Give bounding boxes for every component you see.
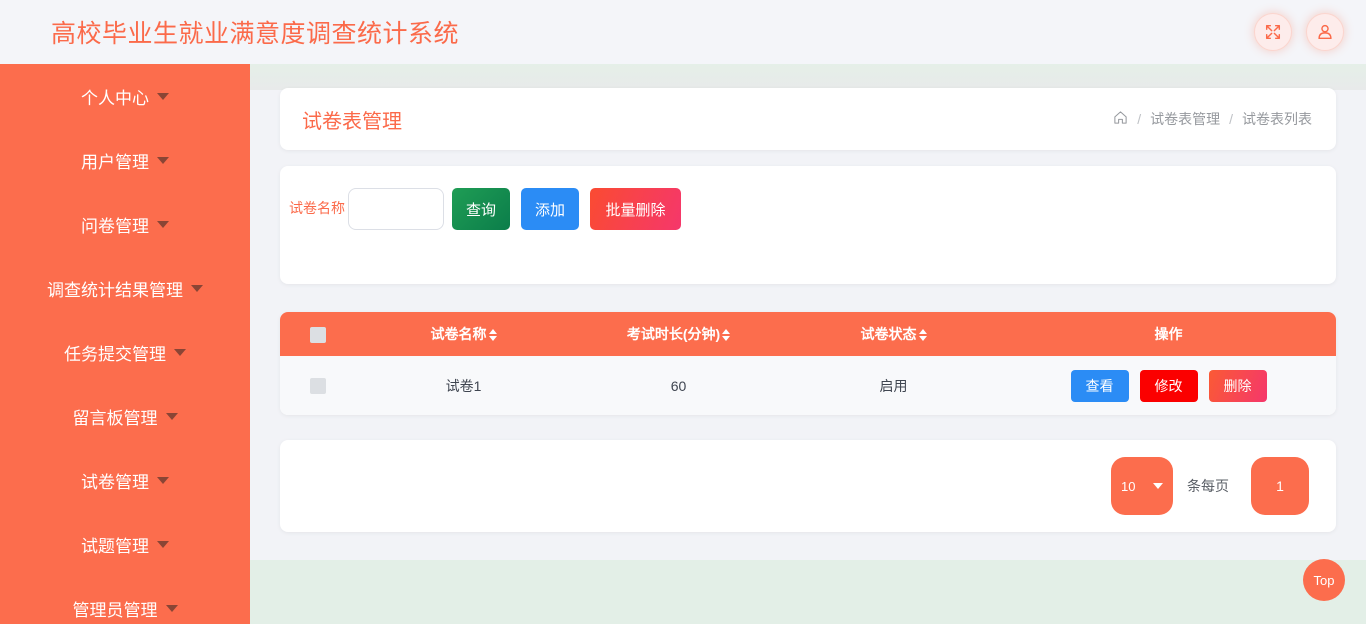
sidebar-item-label: 问卷管理 (81, 216, 149, 236)
main-content: 试卷表管理 / 试卷表管理 / 试卷表列表 试卷名称 查询 添加 批量删除 试卷… (250, 64, 1366, 624)
sort-icon[interactable] (488, 329, 497, 342)
sidebar-item-admin-management[interactable]: 管理员管理 (0, 576, 250, 624)
sidebar-item-label: 试题管理 (81, 536, 149, 556)
breadcrumb-separator: / (1229, 111, 1233, 127)
view-button[interactable]: 查看 (1070, 369, 1129, 402)
chevron-down-icon (1153, 483, 1163, 489)
breadcrumb-item-level2: 试卷表列表 (1242, 111, 1312, 127)
select-all-checkbox[interactable] (310, 326, 326, 343)
edit-button[interactable]: 修改 (1139, 369, 1198, 402)
table-header-name-label: 试卷名称 (430, 326, 487, 342)
breadcrumb-separator: / (1137, 111, 1142, 127)
sidebar-item-label: 管理员管理 (72, 600, 158, 620)
chevron-down-icon (174, 348, 186, 356)
data-table: 试卷名称 考试时长(分钟) 试卷状态 操作 试卷1 60 启用 查看 修改 删除 (280, 312, 1336, 415)
page-size-select[interactable]: 10 (1111, 457, 1173, 515)
app-header: 高校毕业生就业满意度调查统计系统 (0, 0, 1366, 64)
sidebar-item-user-management[interactable]: 用户管理 (0, 128, 250, 192)
sidebar-item-label: 任务提交管理 (64, 344, 166, 364)
row-select-cell[interactable] (280, 356, 356, 415)
table-header-status[interactable]: 试卷状态 (786, 312, 1001, 356)
sidebar-item-label: 调查统计结果管理 (47, 280, 183, 300)
header-actions (1254, 13, 1344, 51)
page-number-button[interactable]: 1 (1251, 457, 1309, 515)
table-header-operation: 操作 (1001, 312, 1336, 356)
user-profile-button[interactable] (1306, 13, 1344, 51)
sidebar-item-survey-statistics-management[interactable]: 调查统计结果管理 (0, 256, 250, 320)
pagination-panel: 10 条每页 1 (280, 440, 1336, 532)
delete-button[interactable]: 删除 (1208, 369, 1267, 402)
search-label: 试卷名称 (289, 200, 345, 216)
fullscreen-button[interactable] (1254, 13, 1292, 51)
sidebar-item-label: 个人中心 (81, 88, 149, 108)
sidebar-item-message-board-management[interactable]: 留言板管理 (0, 384, 250, 448)
row-actions: 查看 修改 删除 (1001, 369, 1336, 402)
table-header-duration-label: 考试时长(分钟) (626, 326, 721, 342)
chevron-down-icon (157, 540, 169, 548)
page-header-card: 试卷表管理 / 试卷表管理 / 试卷表列表 (280, 88, 1336, 150)
sidebar-item-personal-center[interactable]: 个人中心 (0, 64, 250, 128)
row-checkbox[interactable] (310, 378, 326, 395)
add-button[interactable]: 添加 (521, 188, 579, 230)
sort-icon[interactable] (918, 329, 927, 342)
data-table-card: 试卷名称 考试时长(分钟) 试卷状态 操作 试卷1 60 启用 查看 修改 删除 (280, 312, 1336, 415)
fullscreen-icon (1264, 23, 1282, 41)
sidebar-item-task-submission-management[interactable]: 任务提交管理 (0, 320, 250, 384)
table-head: 试卷名称 考试时长(分钟) 试卷状态 操作 (280, 312, 1336, 356)
page-title: 试卷表管理 (302, 110, 402, 133)
home-icon[interactable] (1113, 110, 1128, 128)
chevron-down-icon (157, 476, 169, 484)
table-header-row: 试卷名称 考试时长(分钟) 试卷状态 操作 (280, 312, 1336, 356)
table-header-duration[interactable]: 考试时长(分钟) (571, 312, 786, 356)
breadcrumb-item-level1[interactable]: 试卷表管理 (1150, 109, 1220, 129)
sidebar-item-exam-paper-management[interactable]: 试卷管理 (0, 448, 250, 512)
chevron-down-icon (165, 412, 178, 420)
back-to-top-button[interactable]: Top (1303, 559, 1345, 601)
content-top-strip (250, 64, 1366, 90)
table-body: 试卷1 60 启用 查看 修改 删除 (280, 356, 1336, 415)
chevron-down-icon (191, 284, 203, 292)
cell-name: 试卷1 (356, 356, 571, 415)
table-header-status-label: 试卷状态 (860, 326, 917, 342)
sidebar: 个人中心 用户管理 问卷管理 调查统计结果管理 任务提交管理 留言板管理 试卷管… (0, 64, 250, 624)
search-row: 试卷名称 查询 添加 批量删除 (288, 188, 1336, 230)
query-button[interactable]: 查询 (452, 188, 510, 230)
page-size-value: 10 (1121, 478, 1136, 494)
user-icon (1316, 23, 1334, 41)
sidebar-item-label: 用户管理 (81, 152, 149, 172)
cell-operations: 查看 修改 删除 (1001, 356, 1336, 415)
cell-duration: 60 (571, 356, 786, 415)
table-row[interactable]: 试卷1 60 启用 查看 修改 删除 (280, 356, 1336, 415)
page-size-unit-label: 条每页 (1187, 478, 1229, 494)
chevron-down-icon (157, 156, 169, 164)
search-panel: 试卷名称 查询 添加 批量删除 (280, 166, 1336, 284)
chevron-down-icon (157, 92, 169, 100)
chevron-down-icon (157, 220, 169, 228)
table-header-select-all[interactable] (280, 312, 356, 356)
app-title: 高校毕业生就业满意度调查统计系统 (51, 20, 460, 48)
sidebar-item-label: 试卷管理 (81, 472, 149, 492)
cell-status: 启用 (786, 356, 1001, 415)
search-input[interactable] (348, 188, 444, 230)
breadcrumb: / 试卷表管理 / 试卷表列表 (1113, 109, 1312, 129)
sidebar-item-questionnaire-management[interactable]: 问卷管理 (0, 192, 250, 256)
chevron-down-icon (165, 604, 178, 612)
sidebar-item-label: 留言板管理 (72, 408, 158, 428)
sidebar-item-question-management[interactable]: 试题管理 (0, 512, 250, 576)
table-header-name[interactable]: 试卷名称 (356, 312, 571, 356)
sort-icon[interactable] (722, 329, 731, 342)
footer-band (250, 560, 1366, 624)
batch-delete-button[interactable]: 批量删除 (590, 188, 681, 230)
